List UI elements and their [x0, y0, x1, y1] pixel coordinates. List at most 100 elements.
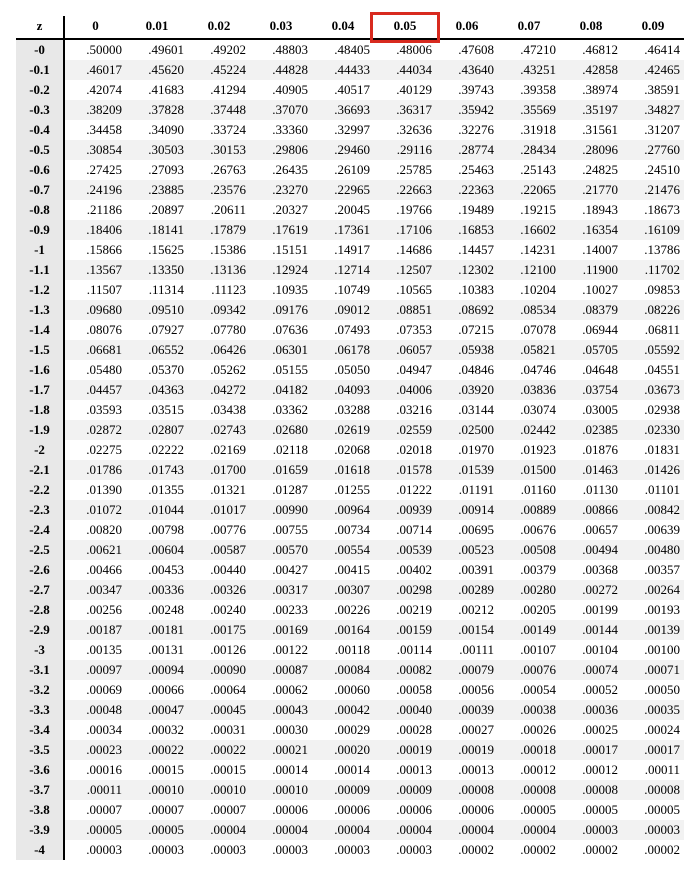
row-header: -2.2 — [16, 480, 64, 500]
table-row: -2.5.00621.00604.00587.00570.00554.00539… — [16, 540, 684, 560]
cell-value: .00004 — [498, 820, 560, 840]
cell-value: .25785 — [374, 160, 436, 180]
cell-value: .03362 — [250, 400, 312, 420]
cell-value: .00019 — [374, 740, 436, 760]
cell-value: .00866 — [560, 500, 622, 520]
cell-value: .44034 — [374, 60, 436, 80]
cell-value: .28096 — [560, 140, 622, 160]
row-header: -1.7 — [16, 380, 64, 400]
cell-value: .08534 — [498, 300, 560, 320]
table-row: -3.3.00048.00047.00045.00043.00042.00040… — [16, 700, 684, 720]
cell-value: .30854 — [64, 140, 126, 160]
cell-value: .00004 — [250, 820, 312, 840]
cell-value: .43640 — [436, 60, 498, 80]
cell-value: .02938 — [622, 400, 684, 420]
cell-value: .02118 — [250, 440, 312, 460]
cell-value: .23576 — [188, 180, 250, 200]
cell-value: .00154 — [436, 620, 498, 640]
cell-value: .47210 — [498, 39, 560, 60]
cell-value: .22065 — [498, 180, 560, 200]
row-header: -1.4 — [16, 320, 64, 340]
cell-value: .23270 — [250, 180, 312, 200]
cell-value: .04363 — [126, 380, 188, 400]
cell-value: .15151 — [250, 240, 312, 260]
cell-value: .38209 — [64, 100, 126, 120]
cell-value: .05480 — [64, 360, 126, 380]
cell-value: .09510 — [126, 300, 188, 320]
cell-value: .00002 — [436, 840, 498, 860]
cell-value: .00494 — [560, 540, 622, 560]
cell-value: .23885 — [126, 180, 188, 200]
cell-value: .21186 — [64, 200, 126, 220]
table-row: -2.1.01786.01743.01700.01659.01618.01578… — [16, 460, 684, 480]
cell-value: .07078 — [498, 320, 560, 340]
row-header: -0.5 — [16, 140, 64, 160]
row-header: -0.1 — [16, 60, 64, 80]
cell-value: .01191 — [436, 480, 498, 500]
cell-value: .00042 — [312, 700, 374, 720]
cell-value: .00111 — [436, 640, 498, 660]
cell-value: .01072 — [64, 500, 126, 520]
cell-value: .00002 — [622, 840, 684, 860]
cell-value: .36317 — [374, 100, 436, 120]
cell-value: .00064 — [188, 680, 250, 700]
cell-value: .14007 — [560, 240, 622, 260]
cell-value: .00025 — [560, 720, 622, 740]
cell-value: .00069 — [64, 680, 126, 700]
cell-value: .34827 — [622, 100, 684, 120]
cell-value: .46414 — [622, 39, 684, 60]
row-header: -3.9 — [16, 820, 64, 840]
cell-value: .00889 — [498, 500, 560, 520]
cell-value: .09176 — [250, 300, 312, 320]
row-header: -0.8 — [16, 200, 64, 220]
cell-value: .00014 — [312, 760, 374, 780]
cell-value: .08226 — [622, 300, 684, 320]
cell-value: .32276 — [436, 120, 498, 140]
cell-value: .00139 — [622, 620, 684, 640]
cell-value: .00002 — [498, 840, 560, 860]
cell-value: .35942 — [436, 100, 498, 120]
cell-value: .16602 — [498, 220, 560, 240]
cell-value: .00187 — [64, 620, 126, 640]
cell-value: .05938 — [436, 340, 498, 360]
table-row: -0.1.46017.45620.45224.44828.44433.44034… — [16, 60, 684, 80]
cell-value: .14917 — [312, 240, 374, 260]
cell-value: .00003 — [312, 840, 374, 860]
cell-value: .01539 — [436, 460, 498, 480]
cell-value: .00357 — [622, 560, 684, 580]
cell-value: .40517 — [312, 80, 374, 100]
cell-value: .00272 — [560, 580, 622, 600]
cell-value: .00008 — [622, 780, 684, 800]
cell-value: .01743 — [126, 460, 188, 480]
table-row: -4.00003.00003.00003.00003.00003.00003.0… — [16, 840, 684, 860]
cell-value: .01321 — [188, 480, 250, 500]
cell-value: .09342 — [188, 300, 250, 320]
cell-value: .00842 — [622, 500, 684, 520]
cell-value: .21770 — [560, 180, 622, 200]
cell-value: .30153 — [188, 140, 250, 160]
cell-value: .00676 — [498, 520, 560, 540]
col-header: 0.07 — [498, 16, 560, 39]
cell-value: .00009 — [374, 780, 436, 800]
cell-value: .00013 — [374, 760, 436, 780]
cell-value: .00040 — [374, 700, 436, 720]
cell-value: .00097 — [64, 660, 126, 680]
cell-value: .00031 — [188, 720, 250, 740]
cell-value: .00289 — [436, 580, 498, 600]
cell-value: .43251 — [498, 60, 560, 80]
table-row: -1.2.11507.11314.11123.10935.10749.10565… — [16, 280, 684, 300]
cell-value: .00039 — [436, 700, 498, 720]
cell-value: .00118 — [312, 640, 374, 660]
cell-value: .06811 — [622, 320, 684, 340]
cell-value: .00990 — [250, 500, 312, 520]
cell-value: .00048 — [64, 700, 126, 720]
cell-value: .06426 — [188, 340, 250, 360]
cell-value: .04551 — [622, 360, 684, 380]
table-row: -3.1.00097.00094.00090.00087.00084.00082… — [16, 660, 684, 680]
cell-value: .00003 — [126, 840, 188, 860]
cell-value: .00004 — [374, 820, 436, 840]
cell-value: .00159 — [374, 620, 436, 640]
cell-value: .00066 — [126, 680, 188, 700]
row-header: -0.6 — [16, 160, 64, 180]
cell-value: .00026 — [498, 720, 560, 740]
